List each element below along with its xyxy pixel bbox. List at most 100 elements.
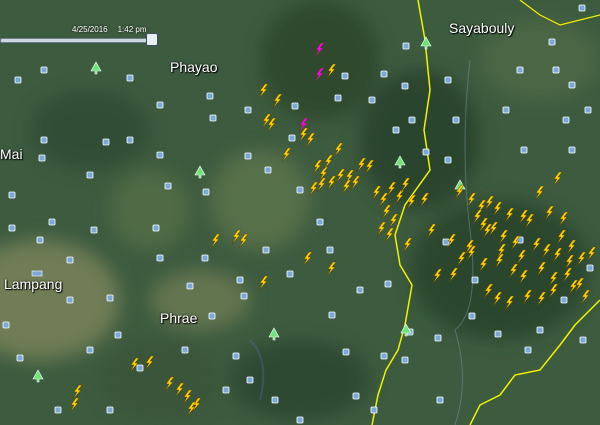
weather-station-icon[interactable] xyxy=(206,92,214,100)
weather-station-icon[interactable] xyxy=(341,72,349,80)
weather-station-icon[interactable] xyxy=(401,356,409,364)
weather-station-icon[interactable] xyxy=(586,264,594,272)
weather-station-icon[interactable] xyxy=(126,74,134,82)
weather-station-icon[interactable] xyxy=(40,136,48,144)
weather-station-icon[interactable] xyxy=(384,280,392,288)
weather-station-icon[interactable] xyxy=(240,292,248,300)
weather-station-icon[interactable] xyxy=(524,346,532,354)
weather-station-icon[interactable] xyxy=(181,346,189,354)
weather-station-icon[interactable] xyxy=(126,136,134,144)
weather-station-icon[interactable] xyxy=(352,392,360,400)
weather-station-icon[interactable] xyxy=(334,94,342,102)
weather-station-icon[interactable] xyxy=(579,336,587,344)
weather-station-icon[interactable] xyxy=(422,148,430,156)
weather-station-icon[interactable] xyxy=(568,146,576,154)
weather-station-icon[interactable] xyxy=(444,156,452,164)
weather-station-icon[interactable] xyxy=(584,106,592,114)
weather-station-icon[interactable] xyxy=(271,396,279,404)
weather-station-icon[interactable] xyxy=(370,406,378,414)
weather-station-icon[interactable] xyxy=(262,246,270,254)
weather-station-icon[interactable] xyxy=(436,396,444,404)
weather-station-icon[interactable] xyxy=(516,66,524,74)
weather-station-icon[interactable] xyxy=(36,236,44,244)
weather-station-icon[interactable] xyxy=(562,116,570,124)
weather-station-icon[interactable] xyxy=(232,352,240,360)
weather-station-icon[interactable] xyxy=(90,226,98,234)
weather-station-icon[interactable] xyxy=(536,326,544,334)
weather-station-icon[interactable] xyxy=(40,66,48,74)
weather-station-icon[interactable] xyxy=(401,82,409,90)
weather-station-icon[interactable] xyxy=(326,246,334,254)
weather-station-icon[interactable] xyxy=(434,334,442,342)
weather-station-icon[interactable] xyxy=(164,182,172,190)
weather-station-icon[interactable] xyxy=(316,218,324,226)
weather-station-icon[interactable] xyxy=(442,238,450,246)
weather-station-icon[interactable] xyxy=(66,256,74,264)
weather-station-icon[interactable] xyxy=(452,116,460,124)
weather-station-icon[interactable] xyxy=(244,106,252,114)
weather-station-icon[interactable] xyxy=(102,138,110,146)
weather-station-icon[interactable] xyxy=(86,346,94,354)
weather-station-icon[interactable] xyxy=(578,4,586,12)
weather-station-icon[interactable] xyxy=(380,70,388,78)
weather-station-icon[interactable] xyxy=(246,376,254,384)
weather-station-icon[interactable] xyxy=(264,166,272,174)
weather-station-icon[interactable] xyxy=(156,101,164,109)
weather-station-icon[interactable] xyxy=(136,364,144,372)
weather-station-icon[interactable] xyxy=(54,406,62,414)
weather-station-icon[interactable] xyxy=(468,312,476,320)
weather-station-icon[interactable] xyxy=(494,330,502,338)
weather-station-icon[interactable] xyxy=(8,224,16,232)
weather-station-icon[interactable] xyxy=(48,218,56,226)
weather-station-icon[interactable] xyxy=(444,76,452,84)
weather-station-icon[interactable] xyxy=(14,76,22,84)
map-view[interactable]: Sayabouly Phayao Mai Lampang Phrae 4/25/… xyxy=(0,0,600,425)
time-slider-handle[interactable] xyxy=(146,33,158,46)
weather-station-icon[interactable] xyxy=(380,352,388,360)
weather-station-icon[interactable] xyxy=(152,224,160,232)
city-label-phayao: Phayao xyxy=(170,59,218,75)
weather-station-icon[interactable] xyxy=(208,312,216,320)
weather-station-icon[interactable] xyxy=(209,114,217,122)
weather-station-icon[interactable] xyxy=(8,191,16,199)
timestamp-label: 4/25/2016 1:42 pm xyxy=(72,25,157,34)
weather-station-icon[interactable] xyxy=(296,416,304,424)
weather-station-icon[interactable] xyxy=(471,276,479,284)
weather-station-icon[interactable] xyxy=(244,152,252,160)
weather-station-icon[interactable] xyxy=(114,331,122,339)
time-slider-track[interactable] xyxy=(0,38,152,43)
weather-station-icon[interactable] xyxy=(368,96,376,104)
weather-station-icon[interactable] xyxy=(520,146,528,154)
weather-station-icon[interactable] xyxy=(38,154,46,162)
weather-station-icon[interactable] xyxy=(66,296,74,304)
weather-station-icon[interactable] xyxy=(86,171,94,179)
weather-station-icon[interactable] xyxy=(548,38,556,46)
weather-station-icon[interactable] xyxy=(342,348,350,356)
weather-station-icon[interactable] xyxy=(156,254,164,262)
weather-station-icon[interactable] xyxy=(392,126,400,134)
weather-station-icon[interactable] xyxy=(201,254,209,262)
weather-station-icon[interactable] xyxy=(502,106,510,114)
city-label-sayabouly: Sayabouly xyxy=(449,20,515,36)
weather-station-icon[interactable] xyxy=(16,354,24,362)
weather-station-icon[interactable] xyxy=(296,186,304,194)
weather-station-icon[interactable] xyxy=(186,282,194,290)
weather-station-icon[interactable] xyxy=(236,276,244,284)
weather-station-icon[interactable] xyxy=(202,188,210,196)
weather-station-icon[interactable] xyxy=(2,321,10,329)
weather-station-icon[interactable] xyxy=(291,102,299,110)
weather-station-icon[interactable] xyxy=(288,134,296,142)
weather-station-icon[interactable] xyxy=(568,81,576,89)
weather-station-icon[interactable] xyxy=(560,296,568,304)
weather-station-icon[interactable] xyxy=(156,151,164,159)
weather-station-icon[interactable] xyxy=(408,116,416,124)
weather-station-icon[interactable] xyxy=(552,66,560,74)
weather-station-icon[interactable] xyxy=(106,406,114,414)
city-label-mai: Mai xyxy=(0,146,23,162)
weather-station-icon[interactable] xyxy=(286,270,294,278)
weather-station-icon[interactable] xyxy=(222,386,230,394)
weather-station-icon[interactable] xyxy=(106,294,114,302)
weather-station-icon[interactable] xyxy=(402,42,410,50)
weather-station-icon[interactable] xyxy=(328,311,336,319)
weather-station-icon[interactable] xyxy=(356,286,364,294)
